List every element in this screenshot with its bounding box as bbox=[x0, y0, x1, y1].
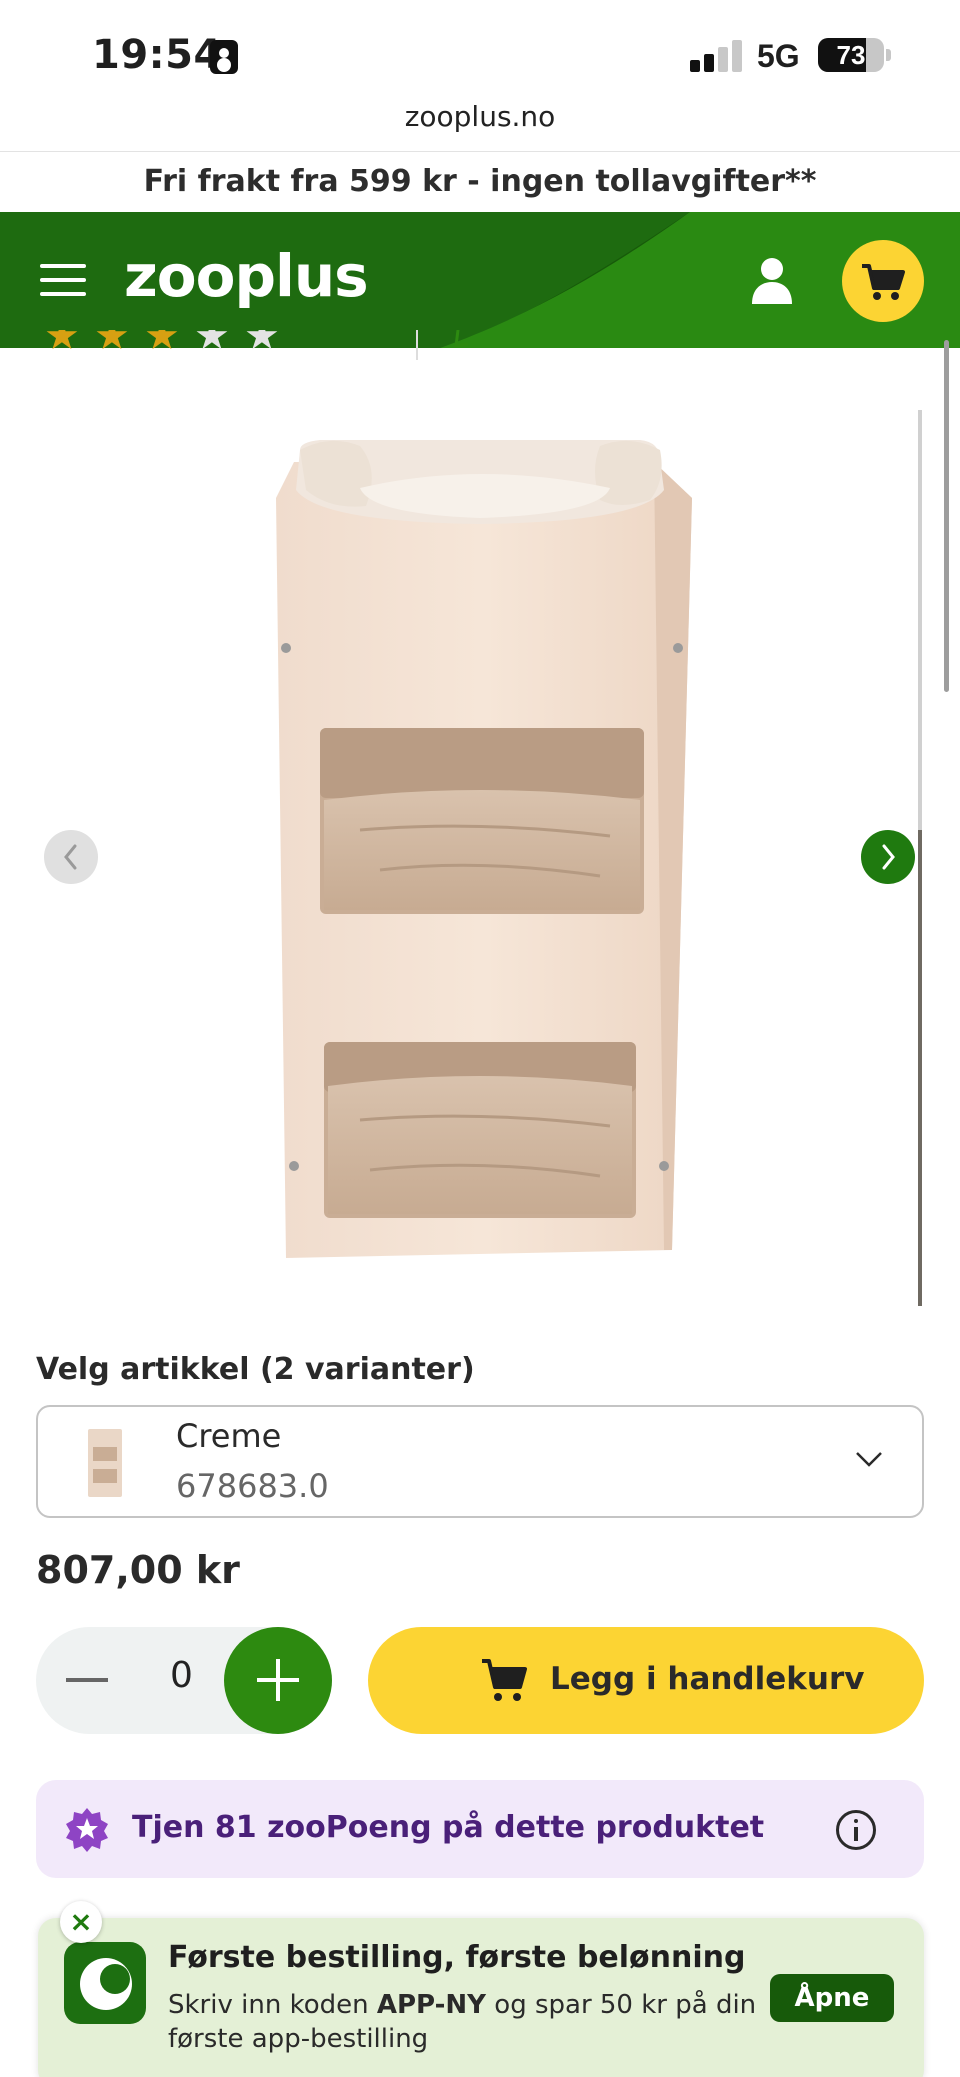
focus-mode-icon bbox=[210, 40, 238, 74]
gallery-next-button[interactable] bbox=[861, 830, 915, 884]
variant-name: Creme bbox=[176, 1417, 282, 1455]
info-icon[interactable] bbox=[836, 1810, 876, 1850]
quantity-stepper: 0 bbox=[36, 1627, 332, 1734]
chevron-left-icon bbox=[64, 844, 77, 870]
promo-banner[interactable]: Fri frakt fra 599 kr - ingen tollavgifte… bbox=[0, 153, 960, 213]
battery-tip bbox=[886, 49, 891, 61]
product-price: 807,00 kr bbox=[36, 1548, 240, 1592]
zoopoints-banner: Tjen 81 zooPoeng på dette produktet bbox=[36, 1780, 924, 1878]
add-to-cart-button[interactable]: Legg i handlekurv bbox=[368, 1627, 924, 1734]
open-app-button[interactable]: Åpne bbox=[770, 1974, 894, 2022]
page: 19:54 5G 73 zooplus.no Fri frakt fra 599… bbox=[0, 0, 960, 2077]
add-to-cart-label: Legg i handlekurv bbox=[550, 1661, 865, 1697]
gallery-prev-button[interactable] bbox=[44, 830, 98, 884]
user-account-icon[interactable] bbox=[750, 256, 794, 306]
promo-code: APP-NY bbox=[376, 1990, 487, 2020]
zoopoints-label: Tjen 81 zooPoeng på dette produktet bbox=[132, 1810, 765, 1845]
variant-label: Velg artikkel (2 varianter) bbox=[36, 1352, 475, 1387]
close-icon[interactable]: × bbox=[60, 1901, 102, 1943]
battery-icon: 73 bbox=[818, 38, 884, 72]
quantity-value[interactable]: 0 bbox=[170, 1655, 193, 1696]
zoopoints-badge-icon bbox=[66, 1808, 108, 1852]
site-header: zooplus bbox=[0, 212, 960, 348]
battery-percent: 73 bbox=[836, 40, 866, 70]
gallery-next-image-peek bbox=[918, 830, 922, 1306]
variant-sku: 678683.0 bbox=[176, 1467, 329, 1505]
network-type: 5G bbox=[757, 38, 800, 74]
url-bar[interactable]: zooplus.no bbox=[0, 100, 960, 152]
signal-icon bbox=[690, 40, 742, 72]
variant-thumbnail bbox=[88, 1429, 122, 1497]
write-review-icon[interactable] bbox=[454, 330, 484, 350]
app-banner-title: Første bestilling, første belønning bbox=[168, 1940, 746, 1975]
cart-icon bbox=[862, 264, 905, 300]
product-image-cat-tower bbox=[276, 440, 692, 1258]
app-promo-banner[interactable]: Første bestilling, første belønning Skri… bbox=[38, 1918, 924, 2077]
cart-icon bbox=[482, 1659, 527, 1701]
quantity-decrease-button[interactable] bbox=[66, 1678, 108, 1682]
product-image-gallery[interactable] bbox=[0, 350, 960, 1310]
chevron-down-icon bbox=[856, 1452, 882, 1467]
menu-icon[interactable] bbox=[40, 262, 86, 298]
chevron-right-icon bbox=[882, 844, 895, 870]
zooplus-app-icon bbox=[64, 1942, 146, 2024]
zooplus-logo[interactable]: zooplus bbox=[124, 242, 369, 310]
status-time: 19:54 bbox=[92, 32, 222, 78]
quantity-increase-button[interactable] bbox=[224, 1627, 332, 1734]
header-cart-button[interactable] bbox=[842, 240, 924, 322]
app-banner-text: Skriv inn koden APP-NY og spar 50 kr på … bbox=[168, 1990, 757, 2054]
status-bar: 19:54 5G 73 bbox=[0, 0, 960, 112]
variant-select[interactable]: Creme 678683.0 bbox=[36, 1405, 924, 1518]
